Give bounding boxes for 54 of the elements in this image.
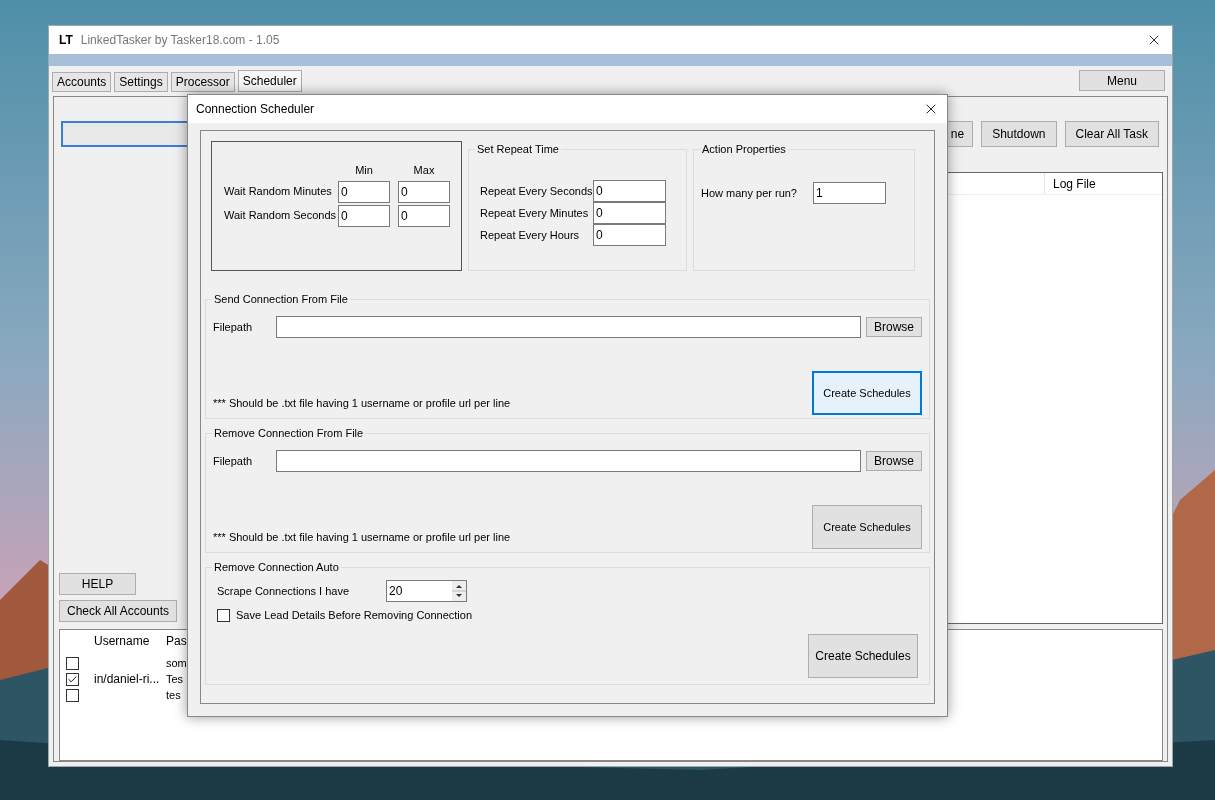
window-title: LinkedTasker by Tasker18.com - 1.05 <box>80 32 280 49</box>
browse-button[interactable]: Browse <box>866 451 922 471</box>
field-label: How many per run? <box>701 185 798 201</box>
input-field[interactable]: 0 <box>338 180 390 203</box>
dialog-title: Connection Scheduler <box>196 101 315 118</box>
checkbox[interactable] <box>217 608 230 622</box>
number-spinner[interactable]: 20 <box>386 580 467 602</box>
column-header: Max <box>412 163 436 178</box>
checkbox[interactable] <box>65 656 79 670</box>
tab[interactable]: Settings <box>114 72 168 92</box>
column-header: Min <box>354 163 374 178</box>
input-field[interactable]: 0 <box>398 180 450 203</box>
create-schedules-button[interactable]: Create Schedules <box>812 505 922 549</box>
field-label: Filepath <box>213 453 254 469</box>
button[interactable]: Shutdown <box>981 121 1057 147</box>
field-label: Wait Random Seconds <box>224 208 338 224</box>
note-text: *** Should be .txt file having 1 username or profile url per line <box>213 395 511 411</box>
check-accounts-button[interactable]: Check All Accounts <box>59 600 178 622</box>
table-cell-text: tes <box>166 687 181 703</box>
input-field[interactable]: 0 <box>398 204 450 227</box>
field-label: Repeat Every Seconds <box>480 183 593 199</box>
filepath-field[interactable] <box>276 450 861 472</box>
note-text: *** Should be .txt file having 1 username or profile url per line <box>213 529 511 545</box>
help-button[interactable]: HELP <box>59 573 136 595</box>
tab[interactable]: Processor <box>170 72 235 92</box>
table-cell-text: Tes <box>166 671 184 687</box>
create-schedules-button[interactable]: Create Schedules <box>808 634 918 678</box>
table-cell: in/daniel-ri... <box>94 672 160 686</box>
field-label: Repeat Every Minutes <box>480 205 590 221</box>
column-header: Username <box>93 633 151 650</box>
menu-button[interactable]: Menu <box>1079 70 1165 91</box>
field-label: Repeat Every Hours <box>480 227 581 243</box>
input-field[interactable]: 1 <box>813 182 886 204</box>
input-field[interactable]: 0 <box>593 180 666 202</box>
filepath-field[interactable] <box>276 316 861 338</box>
button[interactable]: Clear All Task <box>1064 121 1159 147</box>
spinner-arrows-icon[interactable] <box>452 581 466 601</box>
checkbox-label: Save Lead Details Before Removing Connection <box>236 608 473 623</box>
browse-button[interactable]: Browse <box>866 317 922 337</box>
tab[interactable]: Scheduler <box>237 70 302 92</box>
column-header: Pas <box>166 633 187 650</box>
app-logo: LT <box>59 32 73 49</box>
checkbox[interactable] <box>65 672 79 686</box>
table-cell-text: som <box>166 655 187 671</box>
checkbox[interactable] <box>65 688 79 702</box>
field-label: Filepath <box>213 319 254 335</box>
column-header: Log File <box>1044 173 1144 194</box>
field-label: Scrape Connections I have <box>217 583 351 599</box>
input-field[interactable]: 0 <box>593 202 666 224</box>
input-field[interactable]: 0 <box>593 224 666 246</box>
tab[interactable]: Accounts <box>52 72 112 92</box>
field-label: Wait Random Minutes <box>224 184 333 200</box>
create-schedules-button[interactable]: Create Schedules <box>812 371 922 415</box>
input-field[interactable]: 0 <box>338 204 390 227</box>
